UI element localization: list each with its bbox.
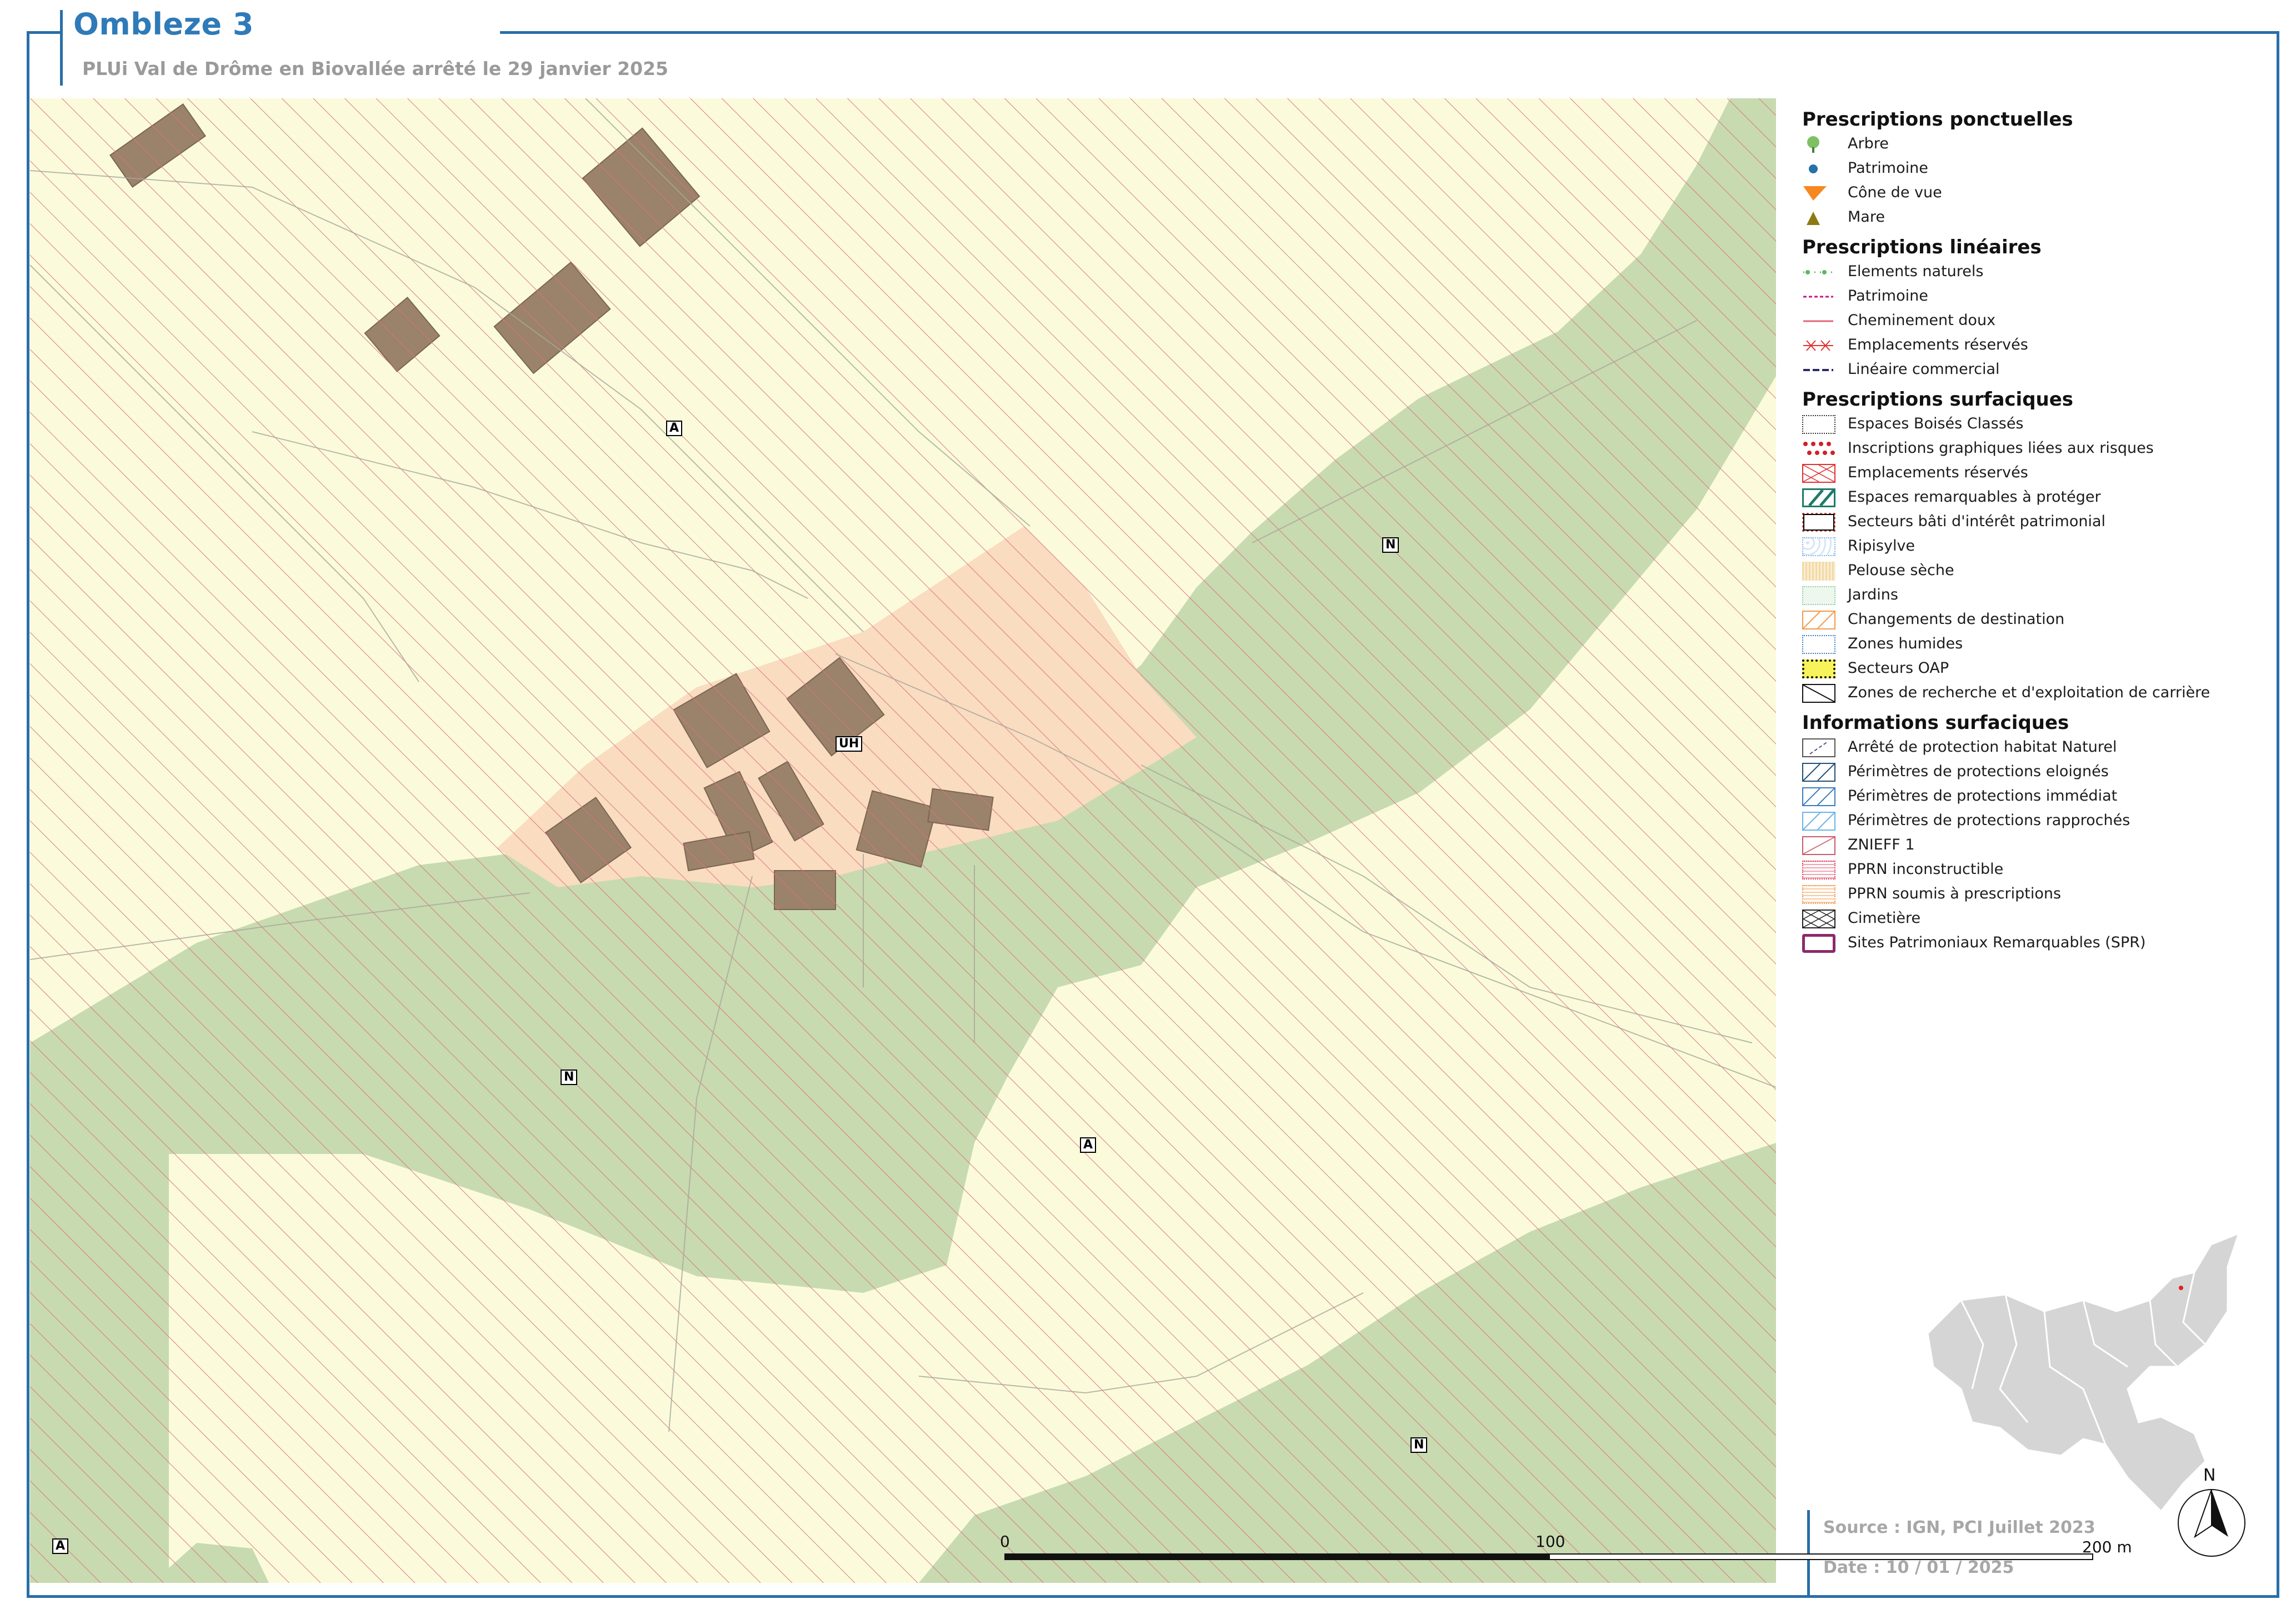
- heritage-building-swatch-icon: [1802, 513, 1835, 532]
- legend-item-arbre: Arbre: [1802, 134, 2280, 157]
- risk-dots-swatch-icon: [1802, 439, 1835, 458]
- ebc-swatch-icon: [1802, 415, 1835, 434]
- pprn-prescription-swatch-icon: [1802, 885, 1835, 904]
- zone-label-n-east: N: [1382, 537, 1399, 553]
- view-cone-icon: [1802, 184, 1835, 203]
- legend-item-secteurs-oap: Secteurs OAP: [1802, 658, 2280, 682]
- zone-label-a-north: A: [666, 421, 683, 436]
- legend-item-cone-de-vue: Cône de vue: [1802, 183, 2280, 206]
- zone-label-n-center: N: [561, 1070, 578, 1085]
- legend-title-informations: Informations surfaciques: [1802, 712, 2069, 734]
- legend-title-ponctuelles: Prescriptions ponctuelles: [1802, 108, 2073, 131]
- pond-triangle-icon: [1802, 208, 1835, 227]
- north-label: N: [2203, 1466, 2216, 1485]
- frame-left-rule: [27, 31, 29, 1598]
- scale-label-0: 0: [1000, 1532, 1010, 1551]
- natural-line-icon: [1802, 263, 1835, 282]
- legend-item-cimetiere: Cimetière: [1802, 908, 2280, 932]
- legend-item-bati-patrimonial: Secteurs bâti d'intérêt patrimonial: [1802, 512, 2280, 535]
- legend-item-ebc: Espaces Boisés Classés: [1802, 414, 2280, 437]
- reserved-cross-line-icon: [1802, 336, 1835, 355]
- legend-title-lineaires: Prescriptions linéaires: [1802, 236, 2042, 258]
- scale-label-100: 100: [1535, 1532, 1565, 1551]
- heritage-line-icon: [1802, 287, 1835, 306]
- legend-item-pelouse-seche: Pelouse sèche: [1802, 561, 2280, 584]
- title-bar-accent: [60, 10, 63, 86]
- oap-swatch-icon: [1802, 659, 1835, 678]
- legend-item-patrimoine-point: Patrimoine: [1802, 158, 2280, 182]
- zone-label-uh: UH: [836, 736, 863, 752]
- legend-item-znieff: ZNIEFF 1: [1802, 835, 2280, 858]
- znieff-hatch-overlay: [30, 98, 1776, 1583]
- commercial-line-icon: [1802, 361, 1835, 379]
- near-protection-swatch-icon: [1802, 812, 1835, 831]
- zone-label-n-south: N: [1410, 1437, 1428, 1453]
- quarry-swatch-icon: [1802, 684, 1835, 703]
- legend-item-perimetres-immediat: Périmètres de protections immédiat: [1802, 786, 2280, 809]
- reserved-cross-swatch-icon: [1802, 464, 1835, 483]
- far-protection-swatch-icon: [1802, 763, 1835, 782]
- destination-change-swatch-icon: [1802, 611, 1835, 629]
- legend-item-lineaire-commercial: Linéaire commercial: [1802, 359, 2280, 383]
- scale-label-200: 200 m: [2082, 1538, 2132, 1556]
- legend-item-ripisylve: Ripisylve: [1802, 536, 2280, 559]
- legend-item-emplacements-reserves-line: Emplacements réservés: [1802, 335, 2280, 358]
- frame-bottom-rule: [27, 1595, 2279, 1598]
- spr-swatch-icon: [1802, 934, 1835, 953]
- frame-top-left-rule: [27, 31, 60, 34]
- north-arrow-icon: [2178, 1489, 2245, 1557]
- legend-item-risques: Inscriptions graphiques liées aux risque…: [1802, 438, 2280, 462]
- legend-item-emplacements-reserves-surf: Emplacements réservés: [1802, 463, 2280, 486]
- immediate-protection-swatch-icon: [1802, 787, 1835, 806]
- legend-item-espaces-remarquables: Espaces remarquables à protéger: [1802, 487, 2280, 511]
- legend-item-spr: Sites Patrimoniaux Remarquables (SPR): [1802, 933, 2280, 956]
- source-text: Source : IGN, PCI Juillet 2023: [1823, 1518, 2095, 1537]
- heritage-dot-icon: [1802, 159, 1835, 178]
- tree-icon: [1802, 135, 1835, 154]
- habitat-protection-swatch-icon: [1802, 738, 1835, 757]
- legend-item-cheminement-doux: Cheminement doux: [1802, 311, 2280, 334]
- legend-item-pprn-inconstructible: PPRN inconstructible: [1802, 860, 2280, 883]
- remarkable-space-swatch-icon: [1802, 488, 1835, 507]
- map-title: Ombleze 3: [73, 7, 254, 42]
- legend-item-elements-naturels: Elements naturels: [1802, 262, 2280, 285]
- header-rule: [500, 31, 2278, 34]
- wetland-swatch-icon: [1802, 635, 1835, 654]
- cemetery-swatch-icon: [1802, 910, 1835, 928]
- legend-item-patrimoine-line: Patrimoine: [1802, 286, 2280, 309]
- zone-label-a-southwest: A: [52, 1538, 69, 1554]
- legend-title-surfaciques: Prescriptions surfaciques: [1802, 388, 2074, 411]
- ripisylve-swatch-icon: [1802, 537, 1835, 556]
- legend-panel: Prescriptions ponctuelles Arbre Patrimoi…: [1802, 103, 2280, 957]
- dry-grass-swatch-icon: [1802, 562, 1835, 581]
- scale-bar: [1004, 1553, 1549, 1560]
- znieff-swatch-icon: [1802, 836, 1835, 855]
- garden-swatch-icon: [1802, 586, 1835, 605]
- date-text: Date : 10 / 01 / 2025: [1823, 1558, 2014, 1577]
- map-subtitle: PLUi Val de Drôme en Biovallée arrêté le…: [82, 58, 669, 79]
- legend-item-carriere: Zones de recherche et d'exploitation de …: [1802, 683, 2280, 706]
- soft-path-line-icon: [1802, 312, 1835, 331]
- legend-item-jardins: Jardins: [1802, 585, 2280, 608]
- legend-item-perimetres-rapproches: Périmètres de protections rapprochés: [1802, 811, 2280, 834]
- map-canvas[interactable]: A N UH N A N A: [30, 98, 1776, 1583]
- pprn-unbuildable-swatch-icon: [1802, 861, 1835, 880]
- legend-item-mare: Mare: [1802, 207, 2280, 231]
- zone-label-a-south: A: [1080, 1137, 1097, 1153]
- map-svg: [30, 98, 1776, 1583]
- legend-item-arrete-protection: Arrêté de protection habitat Naturel: [1802, 737, 2280, 761]
- legend-item-perimetres-eloignes: Périmètres de protections eloignés: [1802, 762, 2280, 785]
- legend-item-pprn-prescriptions: PPRN soumis à prescriptions: [1802, 884, 2280, 907]
- legend-item-zones-humides: Zones humides: [1802, 634, 2280, 657]
- legend-item-changements-destination: Changements de destination: [1802, 609, 2280, 633]
